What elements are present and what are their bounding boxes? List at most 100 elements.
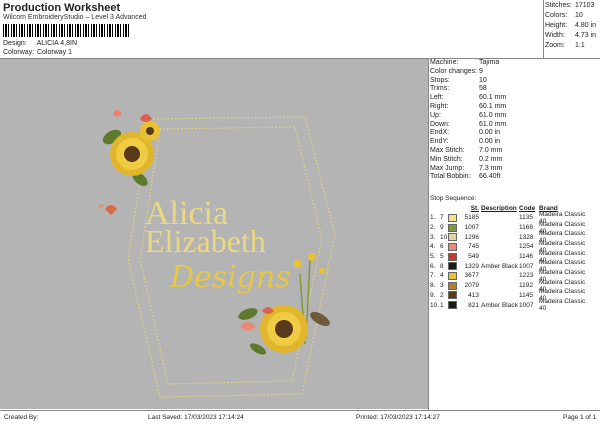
info-row: Stops: 10 bbox=[430, 77, 600, 86]
needle-number: 8 bbox=[440, 262, 444, 270]
info-row: Color changes: 9 bbox=[430, 68, 600, 77]
stat-value: 1:1 bbox=[575, 42, 585, 49]
color-swatch bbox=[448, 262, 457, 271]
needle-number: 9 bbox=[440, 224, 444, 232]
stat-label: Zoom: bbox=[545, 42, 565, 49]
color-swatch bbox=[448, 233, 457, 242]
stat-value: 10 bbox=[575, 12, 583, 19]
design-preview[interactable]: Alicia Elizabeth Designs bbox=[0, 59, 428, 409]
page-number: Page 1 of 1 bbox=[563, 414, 597, 421]
needle-number: 1 bbox=[440, 301, 444, 309]
info-value: 0.00 in bbox=[479, 129, 501, 137]
thread-code: 1007 bbox=[519, 262, 534, 270]
footer: Created By: Last Saved: 17/03/2023 17:14… bbox=[0, 410, 600, 425]
info-row: Trims: 58 bbox=[430, 85, 600, 94]
needle-number: 3 bbox=[440, 282, 444, 290]
info-row: Left: 60.1 mm bbox=[430, 94, 600, 103]
stitch-count: 2079 bbox=[464, 282, 479, 290]
stat-label: Width: bbox=[545, 32, 565, 39]
stop-number: 9. bbox=[430, 291, 436, 299]
stop-number: 6. bbox=[430, 262, 436, 270]
needle-number: 6 bbox=[440, 243, 444, 251]
table-row: 10. 1 821 Amber Black 1007 Madeira Classic 40 bbox=[430, 298, 600, 313]
panel-divider bbox=[428, 58, 429, 410]
stop-sequence-rows: 1. 7 5185 1135 Madeira Classic 40 2. 9 1007 1168… bbox=[430, 211, 600, 313]
info-row: Min Stitch: 0.2 mm bbox=[430, 156, 600, 165]
info-value: 0.2 mm bbox=[479, 155, 503, 163]
info-label: Left: bbox=[430, 94, 444, 102]
needle-number: 2 bbox=[440, 291, 444, 299]
info-row: EndY: 0.00 in bbox=[430, 138, 600, 147]
info-label: Color changes: bbox=[430, 67, 478, 75]
stat-value: 17103 bbox=[575, 2, 595, 9]
info-row: Machine: Tajima bbox=[430, 59, 600, 68]
needle-number: 5 bbox=[440, 253, 444, 261]
color-swatch bbox=[448, 271, 457, 280]
color-swatch bbox=[448, 281, 457, 290]
design-label: Design: bbox=[3, 40, 27, 47]
embroidery-design: Alicia Elizabeth Designs bbox=[98, 110, 336, 398]
stitch-count: 1329 bbox=[464, 262, 479, 270]
info-value: 0.00 in bbox=[479, 138, 501, 146]
machine-info-panel: Machine: Tajima Color changes: 9 Stops: 10 Tri… bbox=[430, 59, 600, 182]
info-value: 60.1 mm bbox=[479, 94, 507, 102]
info-value: 10 bbox=[479, 76, 487, 84]
thread-code: 1168 bbox=[519, 224, 533, 232]
stat-label: Colors: bbox=[545, 12, 568, 19]
info-value: 58 bbox=[479, 85, 487, 93]
info-label: Trims: bbox=[430, 85, 450, 93]
stop-number: 10. bbox=[430, 301, 440, 309]
info-value: 7.0 mm bbox=[479, 146, 503, 154]
thread-brand: Madeira Classic 40 bbox=[539, 298, 586, 313]
thread-code: 1254 bbox=[519, 243, 534, 251]
page-title: Production Worksheet bbox=[3, 2, 121, 14]
stat-width: Width: 4.73 in bbox=[545, 32, 599, 42]
info-row: Max Stitch: 7.0 mm bbox=[430, 147, 600, 156]
stats-panel: Stitches: 17103 Colors: 10 Height: 4.80 in … bbox=[545, 2, 599, 52]
header-stitches: St. bbox=[470, 205, 479, 212]
stitch-count: 1296 bbox=[464, 233, 479, 241]
software-subtitle: Wilcom EmbroideryStudio – Level 3 Advanc… bbox=[3, 14, 147, 21]
info-label: Max Jump: bbox=[430, 164, 465, 172]
info-row: Down: 61.0 mm bbox=[430, 121, 600, 130]
stat-stitches: Stitches: 17103 bbox=[545, 2, 599, 12]
stop-number: 3. bbox=[430, 233, 436, 241]
stop-number: 7. bbox=[430, 272, 436, 280]
info-value: 9 bbox=[479, 67, 483, 75]
stitch-count: 5185 bbox=[464, 214, 479, 222]
thread-code: 1146 bbox=[519, 253, 533, 261]
stitch-count: 3677 bbox=[464, 272, 479, 280]
color-swatch bbox=[448, 301, 457, 310]
design-line3: Designs bbox=[169, 260, 291, 295]
thread-code: 1192 bbox=[519, 282, 533, 290]
stop-number: 4. bbox=[430, 243, 436, 251]
info-value: 61.0 mm bbox=[479, 120, 507, 128]
thread-code: 1145 bbox=[519, 291, 533, 299]
thread-code: 1328 bbox=[519, 233, 534, 241]
stop-number: 5. bbox=[430, 253, 436, 261]
needle-number: 7 bbox=[440, 214, 444, 222]
colorway-value: Colorway 1 bbox=[36, 49, 72, 56]
thread-description: Amber Black bbox=[481, 262, 518, 270]
colorway-label: Colorway: bbox=[3, 49, 35, 56]
info-row: Total Bobbin: 66.40ft bbox=[430, 173, 600, 182]
needle-number: 10 bbox=[440, 233, 448, 241]
color-swatch bbox=[448, 291, 457, 300]
info-label: Max Stitch: bbox=[430, 146, 465, 154]
butterfly bbox=[105, 205, 117, 215]
printed-date: Printed: 17/03/2023 17:14:27 bbox=[356, 414, 440, 421]
stitch-count: 745 bbox=[468, 243, 479, 251]
stitch-count: 549 bbox=[468, 253, 479, 261]
info-label: Stops: bbox=[430, 76, 450, 84]
color-swatch bbox=[448, 242, 457, 251]
created-by: Created By: bbox=[4, 414, 39, 421]
info-row: EndX: 0.00 in bbox=[430, 129, 600, 138]
colorway-row: Colorway: Colorway 1 bbox=[3, 49, 72, 56]
stitch-count: 821 bbox=[468, 301, 479, 309]
design-value: ALICIA 4,8IN bbox=[36, 40, 78, 47]
color-swatch bbox=[448, 213, 457, 222]
thread-code: 1007 bbox=[519, 301, 534, 309]
stitch-count: 413 bbox=[468, 291, 479, 299]
color-swatch bbox=[448, 252, 457, 261]
stop-number: 2. bbox=[430, 224, 436, 232]
